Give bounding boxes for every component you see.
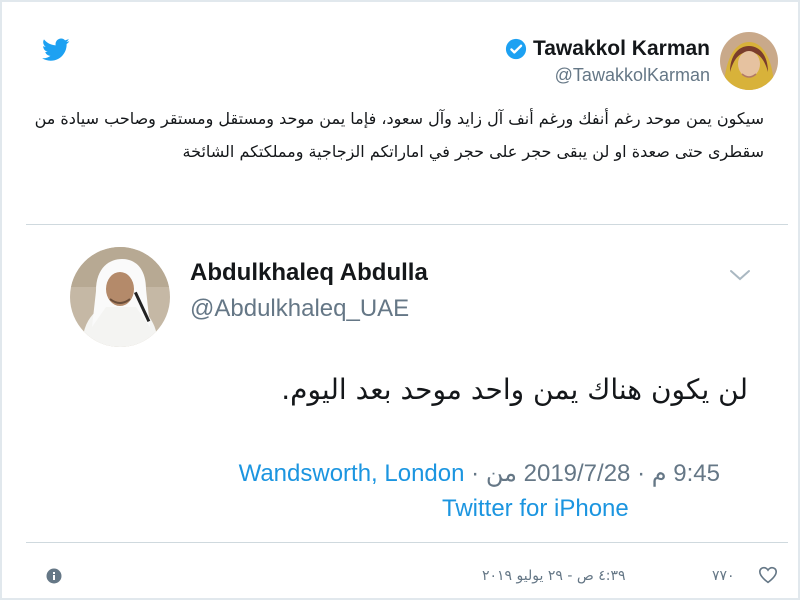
verified-badge-icon: [505, 38, 527, 59]
twitter-bird-icon[interactable]: [42, 38, 70, 62]
meta-separator: ·: [637, 460, 646, 487]
chevron-down-icon[interactable]: [728, 267, 752, 283]
tweet-text: سيكون يمن موحد رغم أنفك ورغم أنف آل زايد…: [34, 109, 764, 161]
quoted-tweet-meta: 9:45 م · 2019/7/28 من · Wandsworth, Lond…: [70, 459, 720, 488]
from-label: من: [485, 460, 517, 487]
quoted-author-name[interactable]: Abdulkhaleq Abdulla: [190, 259, 428, 287]
quoted-tweet-text: لن يكون هناك يمن واحد موحد بعد اليوم.: [281, 373, 748, 406]
meta-separator: ·: [471, 460, 480, 487]
quoted-source-link[interactable]: Twitter for iPhone: [442, 495, 629, 523]
like-count: ٧٧٠: [712, 568, 735, 584]
author-name[interactable]: Tawakkol Karman: [533, 37, 710, 61]
tweet-embed: Tawakkol Karman @TawakkolKarman سيكون يم…: [0, 0, 800, 600]
info-icon[interactable]: [46, 568, 62, 584]
quoted-time: 9:45 م: [651, 460, 720, 487]
quoted-location[interactable]: Wandsworth, London: [239, 460, 465, 487]
footer-divider: [26, 542, 788, 543]
author-handle[interactable]: @TawakkolKarman: [505, 65, 710, 86]
quoted-author-handle[interactable]: @Abdulkhaleq_UAE: [190, 295, 409, 323]
tweet-date[interactable]: ٤:٣٩ ص - ٢٩ يوليو ٢٠١٩: [482, 568, 626, 584]
quoted-avatar[interactable]: [70, 247, 170, 347]
quoted-date[interactable]: 2019/7/28: [524, 460, 631, 487]
tweet-author[interactable]: Tawakkol Karman @TawakkolKarman: [505, 32, 778, 90]
avatar[interactable]: [720, 32, 778, 90]
quoted-tweet-card[interactable]: Abdulkhaleq Abdulla @Abdulkhaleq_UAE لن …: [26, 224, 788, 543]
heart-icon[interactable]: [758, 566, 778, 584]
